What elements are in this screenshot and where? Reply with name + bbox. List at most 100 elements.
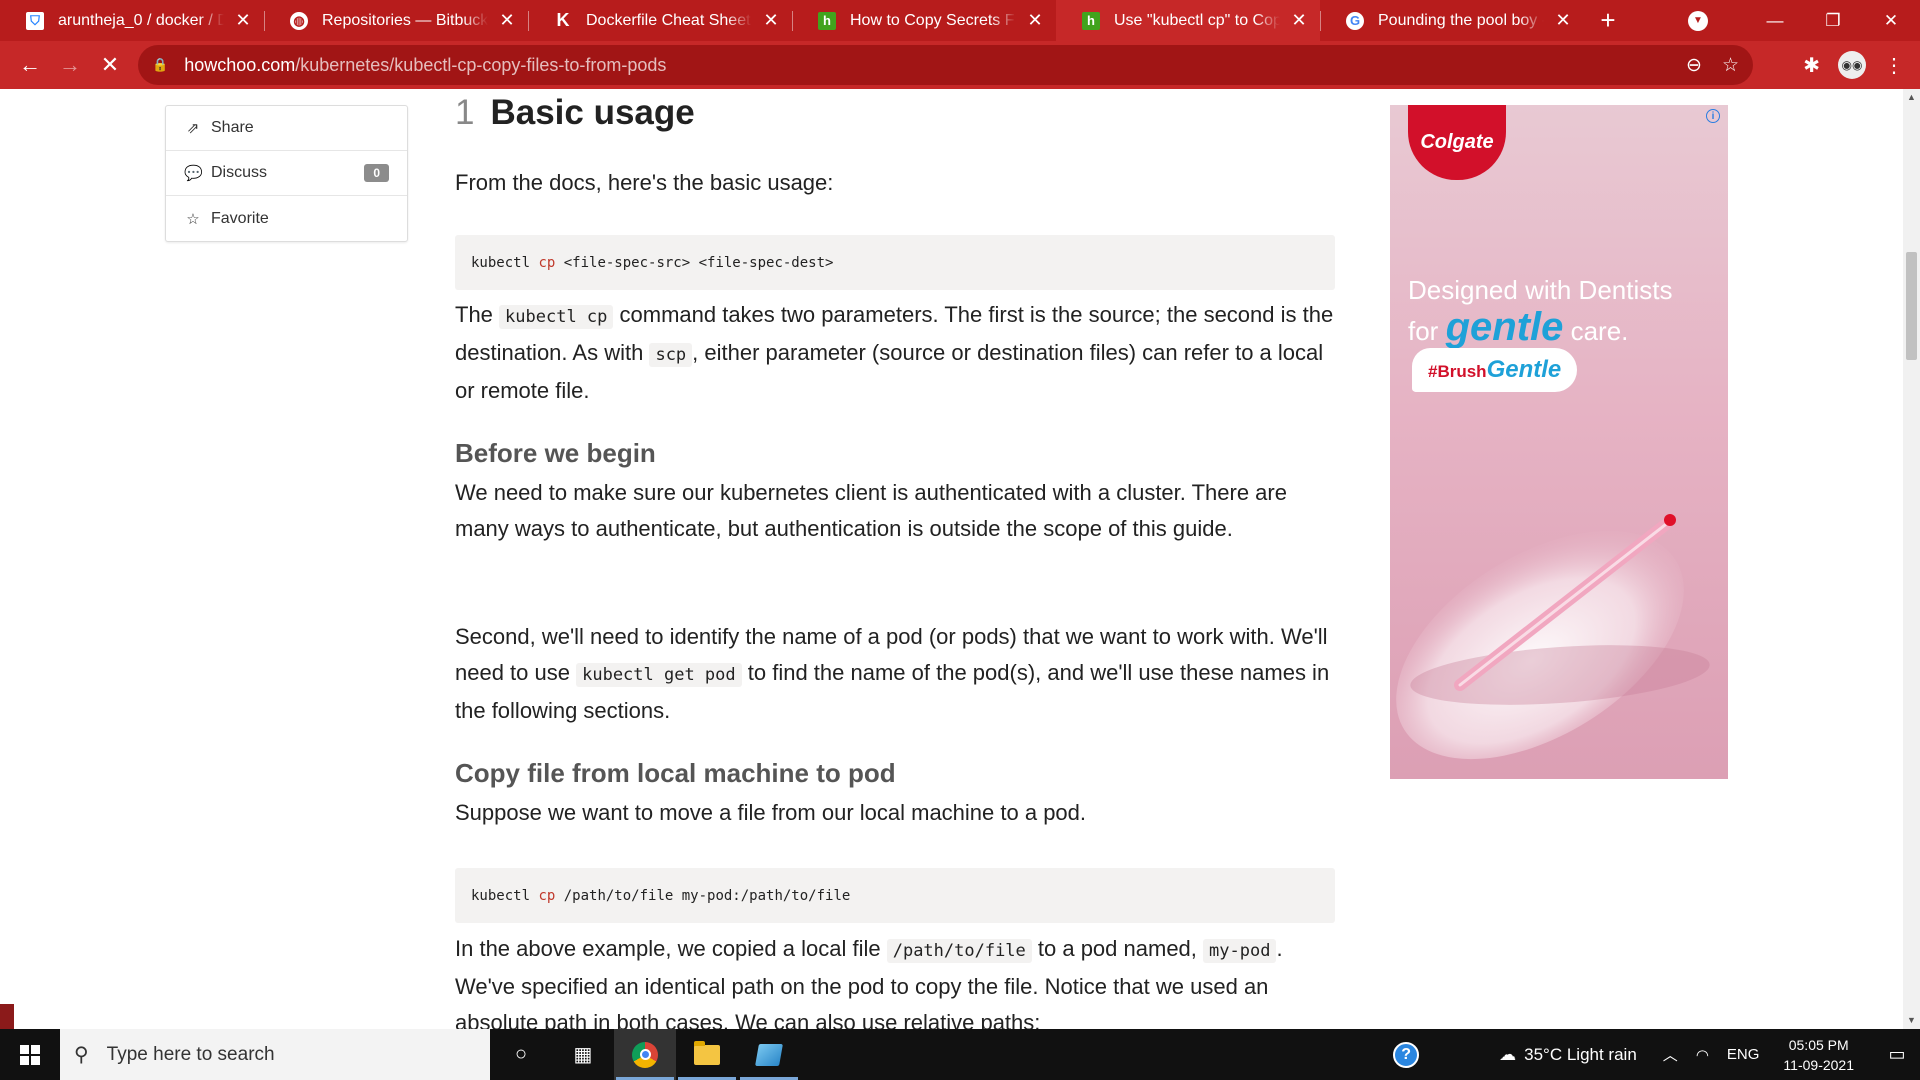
tab-list: ⛉ aruntheja_0 / docker / Docker ✕ ◍ Reposito… (0, 0, 1584, 41)
feedback-tab[interactable] (0, 1004, 14, 1029)
page-scrollbar[interactable]: ▲ ▼ (1903, 89, 1920, 1029)
text-run: The (455, 302, 500, 327)
address-bar[interactable]: 🔒 howchoo.com/kubernetes/kubectl-cp-copy… (138, 45, 1753, 85)
scroll-down-arrow[interactable]: ▼ (1903, 1012, 1920, 1029)
article-actions-card: ⇗ Share 💬 Discuss 0 ☆ Favorite (165, 105, 408, 242)
tab-search-icon[interactable]: ▼ (1688, 10, 1708, 31)
system-tray: ? ☁ 35°C Light rain ︿ ◠ ENG 05:05 PM 11-… (1393, 1029, 1920, 1080)
code-text: /path/to/file my-pod:/path/to/file (555, 887, 851, 904)
ad-hashtag: #BrushGentle (1412, 348, 1578, 392)
cortana-button[interactable]: ○ (490, 1029, 552, 1080)
howchoo-icon: h (1082, 11, 1100, 30)
discuss-label: Discuss (211, 164, 268, 181)
taskbar-file-explorer[interactable] (676, 1029, 738, 1080)
tab-close-icon[interactable]: ✕ (1554, 10, 1572, 31)
wifi-icon[interactable]: ◠ (1696, 1046, 1709, 1064)
tab-close-icon[interactable]: ✕ (762, 10, 780, 31)
clock[interactable]: 05:05 PM 11-09-2021 (1783, 1035, 1854, 1075)
new-tab-button[interactable]: + (1584, 0, 1632, 41)
browser-tab[interactable]: ⛉ aruntheja_0 / docker / Docker ✕ (0, 0, 264, 41)
code-text: kubectl (471, 887, 539, 904)
tab-close-icon[interactable]: ✕ (1026, 10, 1044, 31)
code-text: kubectl (471, 254, 539, 271)
discuss-count-badge: 0 (364, 164, 389, 182)
page-viewport: ⇗ Share 💬 Discuss 0 ☆ Favorite 1 Basic us… (0, 89, 1920, 1029)
browser-tab-strip: ⛉ aruntheja_0 / docker / Docker ✕ ◍ Reposito… (0, 0, 1920, 41)
browser-tab[interactable]: ◍ Repositories — Bitbucket ✕ (264, 0, 528, 41)
browser-tab-active[interactable]: h Use "kubectl cp" to Copy Files ✕ (1056, 0, 1320, 41)
ad-headline: Designed with Dentists (1408, 275, 1673, 305)
toothbrush-feather-illustration (1396, 514, 1710, 760)
section-heading-before-we-begin: Before we begin (455, 438, 656, 468)
tab-title: aruntheja_0 / docker / Docker (58, 11, 224, 29)
windows-taskbar: ⚲ Type here to search ○ ▦ ? ☁ 35°C Light… (0, 1029, 1920, 1080)
star-icon: ☆ (186, 210, 200, 228)
bookmark-star-icon[interactable]: ☆ (1722, 54, 1739, 77)
tab-close-icon[interactable]: ✕ (498, 10, 516, 31)
url-host: howchoo.com (184, 54, 296, 75)
browser-toolbar: ← → ✕ 🔒 howchoo.com/kubernetes/kubectl-c… (0, 41, 1920, 89)
inline-code: scp (649, 343, 693, 367)
minimize-button[interactable]: — (1746, 11, 1804, 31)
taskbar-app[interactable] (738, 1029, 800, 1080)
chevron-up-icon[interactable]: ︿ (1663, 1044, 1678, 1065)
notifications-icon[interactable]: ▭ (1874, 1044, 1920, 1065)
tab-title: Pounding the pool boy - Google (1378, 11, 1544, 29)
folder-icon (694, 1040, 720, 1065)
profile-avatar[interactable]: ◉◉ (1838, 51, 1866, 79)
window-controls: ▼ — ❐ ✕ (1688, 0, 1920, 41)
back-button[interactable]: ← (10, 45, 50, 85)
text-run: care. (1563, 316, 1629, 346)
tab-title: Dockerfile Cheat Sheet - Kapeli (586, 11, 752, 29)
comments-icon: 💬 (184, 165, 203, 182)
discuss-action[interactable]: 💬 Discuss 0 (166, 151, 407, 196)
chrome-menu-icon[interactable]: ⋮ (1884, 53, 1904, 78)
favorite-action[interactable]: ☆ Favorite (166, 196, 407, 241)
forward-button[interactable]: → (50, 45, 90, 85)
step-heading: 1 Basic usage (455, 93, 695, 133)
scroll-up-arrow[interactable]: ▲ (1903, 89, 1920, 106)
stop-loading-button[interactable]: ✕ (90, 45, 130, 85)
text-run: Gentle (1486, 356, 1562, 383)
taskbar-search-box[interactable]: ⚲ Type here to search (60, 1029, 490, 1080)
toolbar-extensions: ✱ ◉◉ ⋮ (1803, 41, 1920, 89)
identify-pod-paragraph: Second, we'll need to identify the name … (455, 619, 1335, 729)
code-text: <file-spec-src> <file-spec-dest> (555, 254, 834, 271)
browser-tab[interactable]: K Dockerfile Cheat Sheet - Kapeli ✕ (528, 0, 792, 41)
tab-close-icon[interactable]: ✕ (234, 10, 252, 31)
tab-title: Repositories — Bitbucket (322, 11, 488, 29)
browser-tab[interactable]: G Pounding the pool boy - Google ✕ (1320, 0, 1584, 41)
zoom-icon[interactable]: ⊖ (1686, 54, 1702, 77)
help-icon[interactable]: ? (1393, 1041, 1420, 1068)
inline-code: kubectl get pod (576, 663, 742, 687)
taskbar-chrome[interactable] (614, 1029, 676, 1080)
share-action[interactable]: ⇗ Share (166, 106, 407, 151)
advertisement-banner[interactable]: Colgate i Designed with Dentists for gen… (1390, 105, 1728, 779)
step-title: Basic usage (490, 93, 695, 132)
language-indicator[interactable]: ENG (1727, 1046, 1760, 1063)
task-view-button[interactable]: ▦ (552, 1029, 614, 1080)
clock-date: 11-09-2021 (1783, 1056, 1854, 1073)
inline-code: kubectl cp (499, 305, 614, 329)
code-keyword: cp (538, 254, 556, 271)
restore-button[interactable]: ❐ (1804, 11, 1862, 31)
ad-info-icon[interactable]: i (1706, 109, 1720, 123)
lock-icon[interactable]: 🔒 (152, 57, 168, 73)
text-run: for (1408, 316, 1446, 346)
close-window-button[interactable]: ✕ (1862, 11, 1920, 31)
howchoo-icon: h (818, 11, 836, 30)
extensions-puzzle-icon[interactable]: ✱ (1803, 53, 1820, 78)
weather-widget[interactable]: ☁ 35°C Light rain (1499, 1045, 1637, 1065)
copy-example-paragraph: In the above example, we copied a local … (455, 931, 1335, 1029)
windows-logo-icon (20, 1044, 40, 1065)
start-button[interactable] (0, 1029, 60, 1080)
tab-title: Use "kubectl cp" to Copy Files (1114, 11, 1280, 29)
copy-intro-paragraph: Suppose we want to move a file from our … (455, 800, 1087, 825)
browser-tab[interactable]: h How to Copy Secrets From One ✕ (792, 0, 1056, 41)
code-block-copy-to-pod: kubectl cp /path/to/file my-pod:/path/to… (455, 868, 1335, 923)
tab-close-icon[interactable]: ✕ (1290, 10, 1308, 31)
section-heading-copy-to-pod: Copy file from local machine to pod (455, 758, 896, 788)
scrollbar-thumb[interactable] (1906, 252, 1917, 360)
ad-gentle-word: gentle (1445, 305, 1564, 349)
app-window-icon (755, 1043, 783, 1066)
